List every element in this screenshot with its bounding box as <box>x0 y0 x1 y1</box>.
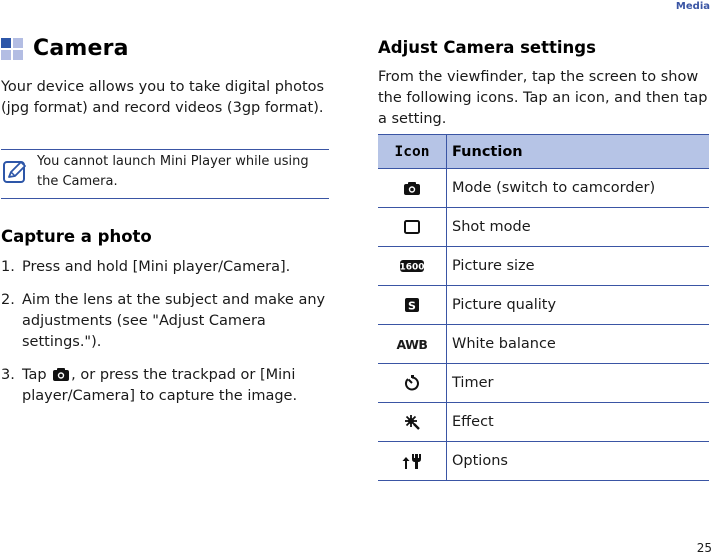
camera-intro: Your device allows you to take digital p… <box>1 79 325 116</box>
icon-cell: AWB <box>378 324 447 364</box>
note-box: You cannot launch Mini Player while usin… <box>1 149 329 199</box>
effect-icon <box>405 415 420 430</box>
function-cell: Timer <box>446 363 709 403</box>
step-item: 3. Tap , or press the trackpad or [Mini … <box>1 365 333 407</box>
function-cell: White balance <box>446 324 709 364</box>
shot-mode-icon <box>404 220 420 234</box>
function-cell: Effect <box>446 402 709 442</box>
column-header-icon: Icon <box>378 134 447 169</box>
table-row: Timer <box>378 363 709 403</box>
function-cell: Picture size <box>446 246 709 286</box>
icon-cell <box>378 441 447 481</box>
camera-shutter-icon <box>53 368 70 381</box>
picture-size-icon: 1600 <box>399 260 425 273</box>
step-text-before: Tap <box>22 367 47 383</box>
table-row: 1600 Picture size <box>378 246 709 286</box>
adjust-heading: Adjust Camera settings <box>378 38 596 57</box>
icon-cell <box>378 207 447 247</box>
icon-cell: 1600 <box>378 246 447 286</box>
function-cell: Options <box>446 441 709 481</box>
capture-steps: 1. Press and hold [Mini player/Camera]. … <box>1 257 333 419</box>
section-label: Media <box>675 1 710 12</box>
table-row: Shot mode <box>378 207 709 247</box>
section-marker-icon <box>1 37 23 60</box>
step-text: Aim the lens at the subject and make any… <box>22 292 326 350</box>
table-row: AWB White balance <box>378 324 709 364</box>
picture-quality-icon: S <box>405 298 419 313</box>
function-cell: Shot mode <box>446 207 709 247</box>
note-pencil-icon <box>3 161 26 183</box>
camera-settings-table: Icon Function Mode (switch to camcorder)… <box>378 134 709 481</box>
table-header-row: Icon Function <box>378 134 709 169</box>
options-icon <box>402 454 421 469</box>
capture-heading: Capture a photo <box>1 227 152 246</box>
icon-cell <box>378 402 447 442</box>
svg-text:S: S <box>408 300 416 313</box>
adjust-intro: From the viewfinder, tap the screen to s… <box>378 69 708 127</box>
table-row: Options <box>378 441 709 481</box>
step-number: 3. <box>1 367 15 383</box>
icon-cell <box>378 363 447 403</box>
table-row: S Picture quality <box>378 285 709 325</box>
table-row: Mode (switch to camcorder) <box>378 168 709 208</box>
function-cell: Picture quality <box>446 285 709 325</box>
step-item: 1. Press and hold [Mini player/Camera]. <box>1 257 333 278</box>
function-cell: Mode (switch to camcorder) <box>446 168 709 208</box>
note-text: You cannot launch Mini Player while usin… <box>37 154 309 189</box>
table-row: Effect <box>378 402 709 442</box>
icon-cell: S <box>378 285 447 325</box>
step-number: 2. <box>1 292 15 308</box>
camera-mode-icon <box>404 181 420 195</box>
step-number: 1. <box>1 259 15 275</box>
step-text: Tap , or press the trackpad or [Mini pla… <box>22 365 333 407</box>
svg-text:1600: 1600 <box>399 263 424 273</box>
page-number: 25 <box>696 541 712 555</box>
page-title: Camera <box>33 36 129 61</box>
step-text: Press and hold [Mini player/Camera]. <box>22 259 291 275</box>
timer-icon <box>405 375 419 391</box>
white-balance-icon: AWB <box>396 336 428 352</box>
step-item: 2. Aim the lens at the subject and make … <box>1 290 333 353</box>
column-header-function: Function <box>446 134 709 169</box>
camera-title-block: Camera <box>1 36 129 61</box>
icon-cell <box>378 168 447 208</box>
